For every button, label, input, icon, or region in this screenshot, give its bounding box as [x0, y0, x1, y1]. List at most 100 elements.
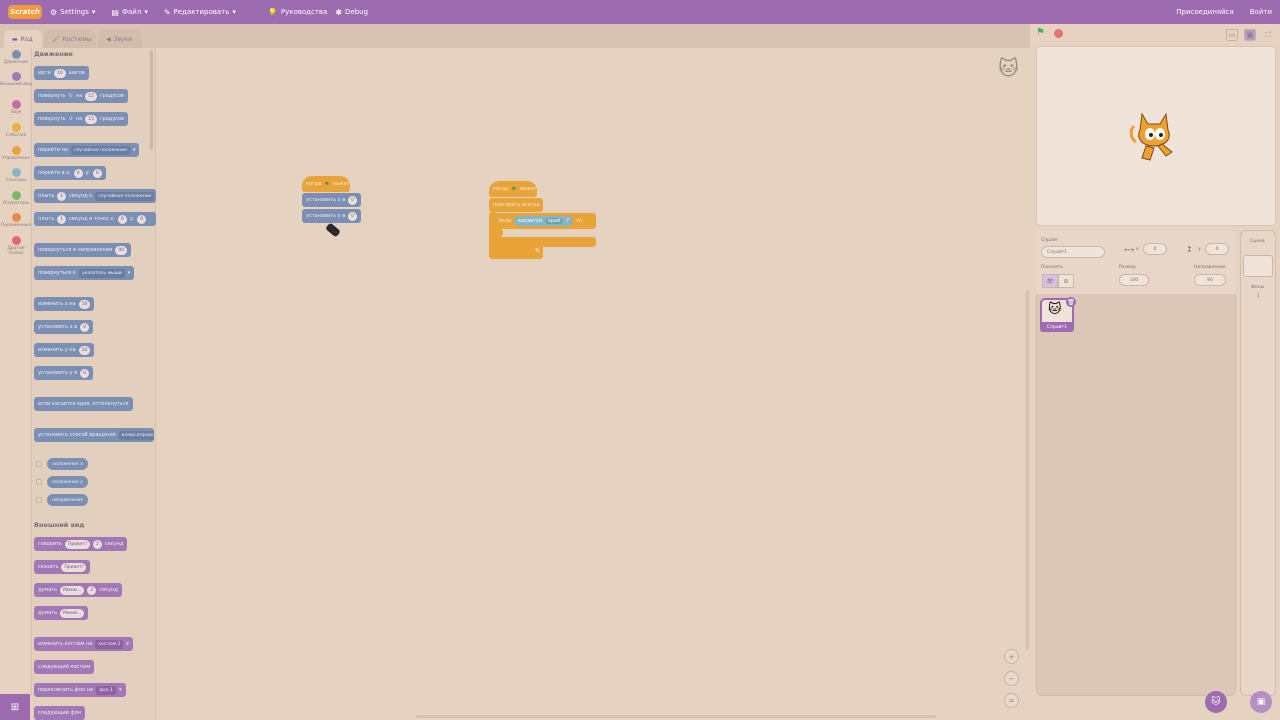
touching-dropdown[interactable]: край: [544, 218, 564, 224]
block-set-x[interactable]: установить x в0: [34, 320, 94, 334]
steps-input[interactable]: 10: [53, 68, 66, 78]
join-link[interactable]: Присоединяйся: [1168, 0, 1241, 24]
block-next-backdrop[interactable]: следующий фон: [34, 706, 86, 720]
zoom-reset-icon[interactable]: =: [1004, 693, 1019, 708]
tutorials-menu[interactable]: 💡 Руководства: [260, 0, 335, 24]
dx-input[interactable]: 10: [78, 299, 91, 309]
checkbox-y-position[interactable]: [36, 479, 42, 485]
message-input[interactable]: Мммм...: [60, 585, 85, 595]
zoom-in-icon[interactable]: +: [1004, 649, 1019, 664]
glide-dropdown[interactable]: случайное положение: [95, 191, 155, 201]
message-input[interactable]: Мммм...: [60, 608, 85, 618]
palette-scrollbar[interactable]: [150, 50, 153, 150]
size-field[interactable]: 100: [1119, 274, 1149, 286]
reporter-direction[interactable]: направление: [47, 494, 89, 506]
add-sprite-button[interactable]: 🐱: [1205, 691, 1227, 713]
block-glide-xy[interactable]: плыть 1 секунд в точку x: 0 y: 0: [34, 212, 156, 226]
show-hidden-toggle[interactable]: ⊘: [1058, 274, 1074, 288]
category-item[interactable]: Сенсоры: [0, 168, 32, 183]
workspace-horizontal-scrollbar[interactable]: [416, 715, 936, 718]
if-then-block[interactable]: если касается край? то: [495, 213, 596, 229]
normal-stage-button[interactable]: ▣: [1244, 29, 1256, 41]
tab-code[interactable]: ▬ Код: [4, 30, 42, 48]
tab-costumes[interactable]: 🖌 Костюмы: [44, 30, 96, 48]
when-flag-clicked-block[interactable]: когда ⚑ нажат: [302, 176, 350, 192]
block-goto-xy[interactable]: перейти в x: 0 y: 0: [34, 166, 106, 180]
block-change-x[interactable]: изменить х на 10: [34, 297, 95, 311]
block-move[interactable]: идти 10 шагов: [34, 66, 89, 80]
x-input[interactable]: 0: [80, 322, 90, 332]
goto-dropdown[interactable]: случайное положение: [70, 145, 130, 155]
x-field[interactable]: 0: [1143, 243, 1167, 255]
checkbox-x-position[interactable]: [36, 461, 42, 467]
y-input[interactable]: 0: [137, 214, 146, 224]
checkbox-direction[interactable]: [36, 497, 42, 503]
block-think-for[interactable]: думать Мммм... 2 секунд: [34, 583, 122, 597]
rotation-dropdown[interactable]: влево-вправо: [118, 430, 154, 440]
add-extension-button[interactable]: ⊞: [0, 694, 30, 720]
green-flag-icon[interactable]: ⚑: [1036, 28, 1046, 38]
y-input[interactable]: 0: [348, 211, 358, 221]
category-item[interactable]: Управление: [0, 146, 32, 161]
category-item[interactable]: Переменные: [0, 213, 32, 228]
x-input[interactable]: 0: [73, 168, 83, 178]
block-turn-left[interactable]: повернуть ↺ на 15 градусов: [34, 112, 128, 126]
stage-thumbnail[interactable]: [1243, 255, 1273, 277]
block-bounce[interactable]: если касается края, оттолкнуться: [34, 397, 133, 411]
message-input[interactable]: Привет!: [64, 539, 90, 549]
set-x-block[interactable]: установить x в0: [302, 193, 362, 207]
dy-input[interactable]: 10: [78, 345, 91, 355]
block-say[interactable]: сказать Привет!: [34, 560, 91, 574]
tab-sounds[interactable]: ◀ Звуки: [98, 30, 142, 48]
category-item[interactable]: Звук: [0, 100, 32, 115]
block-point-towards[interactable]: повернуться к указатель мыши ▾: [34, 266, 135, 280]
category-item[interactable]: Операторы: [0, 191, 32, 206]
y-input[interactable]: 0: [80, 368, 90, 378]
block-goto[interactable]: перейти на случайное положение ▾: [34, 143, 140, 157]
y-input[interactable]: 0: [92, 168, 102, 178]
fullscreen-icon[interactable]: ⛶: [1262, 29, 1274, 41]
when-flag-clicked-block[interactable]: когда ⚑ нажат: [489, 181, 537, 197]
secs-input[interactable]: 1: [57, 214, 67, 224]
zoom-out-icon[interactable]: −: [1004, 671, 1019, 686]
block-switch-costume[interactable]: изменить костюм на костюм 2 ▾: [34, 637, 133, 651]
point-dropdown[interactable]: указатель мыши: [78, 268, 125, 278]
secs-input[interactable]: 2: [93, 539, 102, 549]
reporter-y-position[interactable]: положение у: [47, 476, 88, 488]
small-stage-button[interactable]: ▭: [1226, 29, 1238, 41]
message-input[interactable]: Привет!: [61, 562, 87, 572]
signin-link[interactable]: Войти: [1242, 0, 1280, 24]
cat-sprite[interactable]: [1128, 108, 1180, 164]
delete-sprite-icon[interactable]: 🗑: [1066, 297, 1076, 307]
block-turn-right[interactable]: повернуть ↻ на 15 градусов: [34, 89, 128, 103]
category-item[interactable]: События: [0, 123, 32, 138]
settings-menu[interactable]: ⚙ Settings ▾: [42, 0, 103, 24]
x-input[interactable]: 0: [348, 195, 358, 205]
set-y-block[interactable]: установить y в0: [302, 209, 362, 223]
block-rotation-style[interactable]: установить способ вращения влево-вправо: [34, 428, 154, 442]
block-switch-backdrop[interactable]: переключить фон на фон 1 ▾: [34, 683, 126, 697]
secs-input[interactable]: 2: [87, 585, 97, 595]
workspace-vertical-scrollbar[interactable]: [1026, 290, 1029, 650]
add-backdrop-button[interactable]: ▣: [1250, 691, 1272, 713]
block-think[interactable]: думать Мммм...: [34, 606, 89, 620]
show-visible-toggle[interactable]: 👁: [1042, 274, 1058, 288]
block-say-for[interactable]: говорить Привет! 2 секунд: [34, 537, 128, 551]
y-field[interactable]: 0: [1205, 243, 1229, 255]
sprite-name-field[interactable]: Спрайт1: [1041, 246, 1105, 258]
block-set-y[interactable]: установить у в0: [34, 366, 94, 380]
direction-input[interactable]: 90: [115, 245, 128, 255]
direction-field[interactable]: 90: [1194, 274, 1226, 286]
block-point-direction[interactable]: повернуться в направлении 90: [34, 243, 132, 257]
block-next-costume[interactable]: следующий костюм: [34, 660, 95, 674]
backdrop-dropdown[interactable]: фон 1: [96, 685, 117, 695]
reporter-x-position[interactable]: положение x: [47, 458, 88, 470]
scratch-logo[interactable]: Scratch: [8, 5, 42, 19]
category-item[interactable]: Внешний вид: [0, 72, 32, 87]
costume-dropdown[interactable]: костюм 2: [95, 639, 124, 649]
code-workspace[interactable]: [156, 48, 1030, 720]
edit-menu[interactable]: ✎ Редактировать ▾: [156, 0, 244, 24]
stage-selector[interactable]: [1240, 230, 1276, 696]
debug-menu[interactable]: ✱ Debug: [335, 0, 376, 24]
file-menu[interactable]: ▤ Файл ▾: [103, 0, 155, 24]
